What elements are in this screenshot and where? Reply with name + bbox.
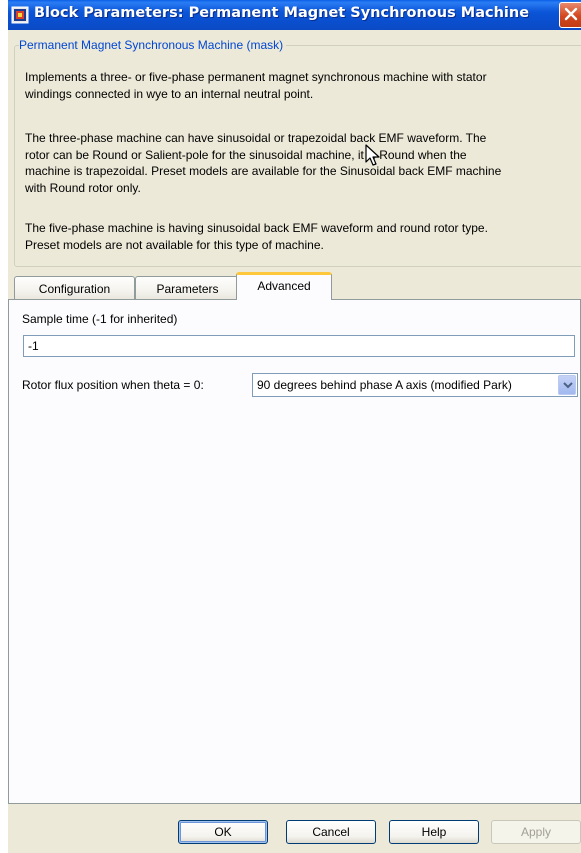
- description-line: with Round rotor only.: [25, 180, 141, 195]
- tab-parameters[interactable]: Parameters: [135, 276, 240, 300]
- description-line: Preset models are not available for this…: [25, 237, 324, 252]
- mouse-cursor-icon: [365, 144, 380, 166]
- cancel-button[interactable]: Cancel: [286, 820, 376, 844]
- simulink-block-icon[interactable]: [11, 6, 29, 24]
- description-line: Implements a three- or five-phase perman…: [25, 70, 487, 84]
- close-icon: [564, 7, 578, 21]
- description-line: rotor can be Round or Salient-pole for t…: [25, 147, 467, 162]
- mask-group-title: Permanent Magnet Synchronous Machine (ma…: [19, 38, 287, 52]
- description-paragraph-2: The three-phase machine can have sinusoi…: [25, 130, 581, 196]
- apply-button[interactable]: Apply: [491, 820, 581, 844]
- description-line: The five-phase machine is having sinusoi…: [25, 221, 488, 235]
- close-button[interactable]: [559, 2, 581, 28]
- title-bar[interactable]: Block Parameters: Permanent Magnet Synch…: [8, 0, 581, 30]
- description-paragraph-3: The five-phase machine is having sinusoi…: [25, 220, 581, 253]
- sample-time-input[interactable]: -1: [23, 335, 575, 357]
- help-button[interactable]: Help: [389, 820, 479, 844]
- rotor-flux-label: Rotor flux position when theta = 0:: [22, 378, 204, 392]
- rotor-flux-select[interactable]: 90 degrees behind phase A axis (modified…: [252, 373, 578, 397]
- tab-advanced[interactable]: Advanced: [236, 272, 332, 300]
- dropdown-button[interactable]: [558, 375, 576, 395]
- chevron-down-icon: [563, 382, 573, 389]
- advanced-tab-panel: Sample time (-1 for inherited) -1 Rotor …: [8, 299, 581, 804]
- window-title: Block Parameters: Permanent Magnet Synch…: [34, 5, 530, 21]
- description-line: windings connected in wye to an internal…: [25, 86, 314, 101]
- ok-button[interactable]: OK: [178, 820, 268, 844]
- description-paragraph-1: Implements a three- or five-phase perman…: [25, 69, 581, 102]
- rotor-flux-selected-value: 90 degrees behind phase A axis (modified…: [257, 378, 512, 392]
- dialog-window: Block Parameters: Permanent Magnet Synch…: [8, 0, 581, 853]
- tab-configuration[interactable]: Configuration: [14, 276, 135, 300]
- sample-time-label: Sample time (-1 for inherited): [22, 312, 178, 326]
- description-line: The three-phase machine can have sinusoi…: [25, 131, 487, 145]
- description-line: machine is trapezoidal. Preset models ar…: [25, 164, 502, 178]
